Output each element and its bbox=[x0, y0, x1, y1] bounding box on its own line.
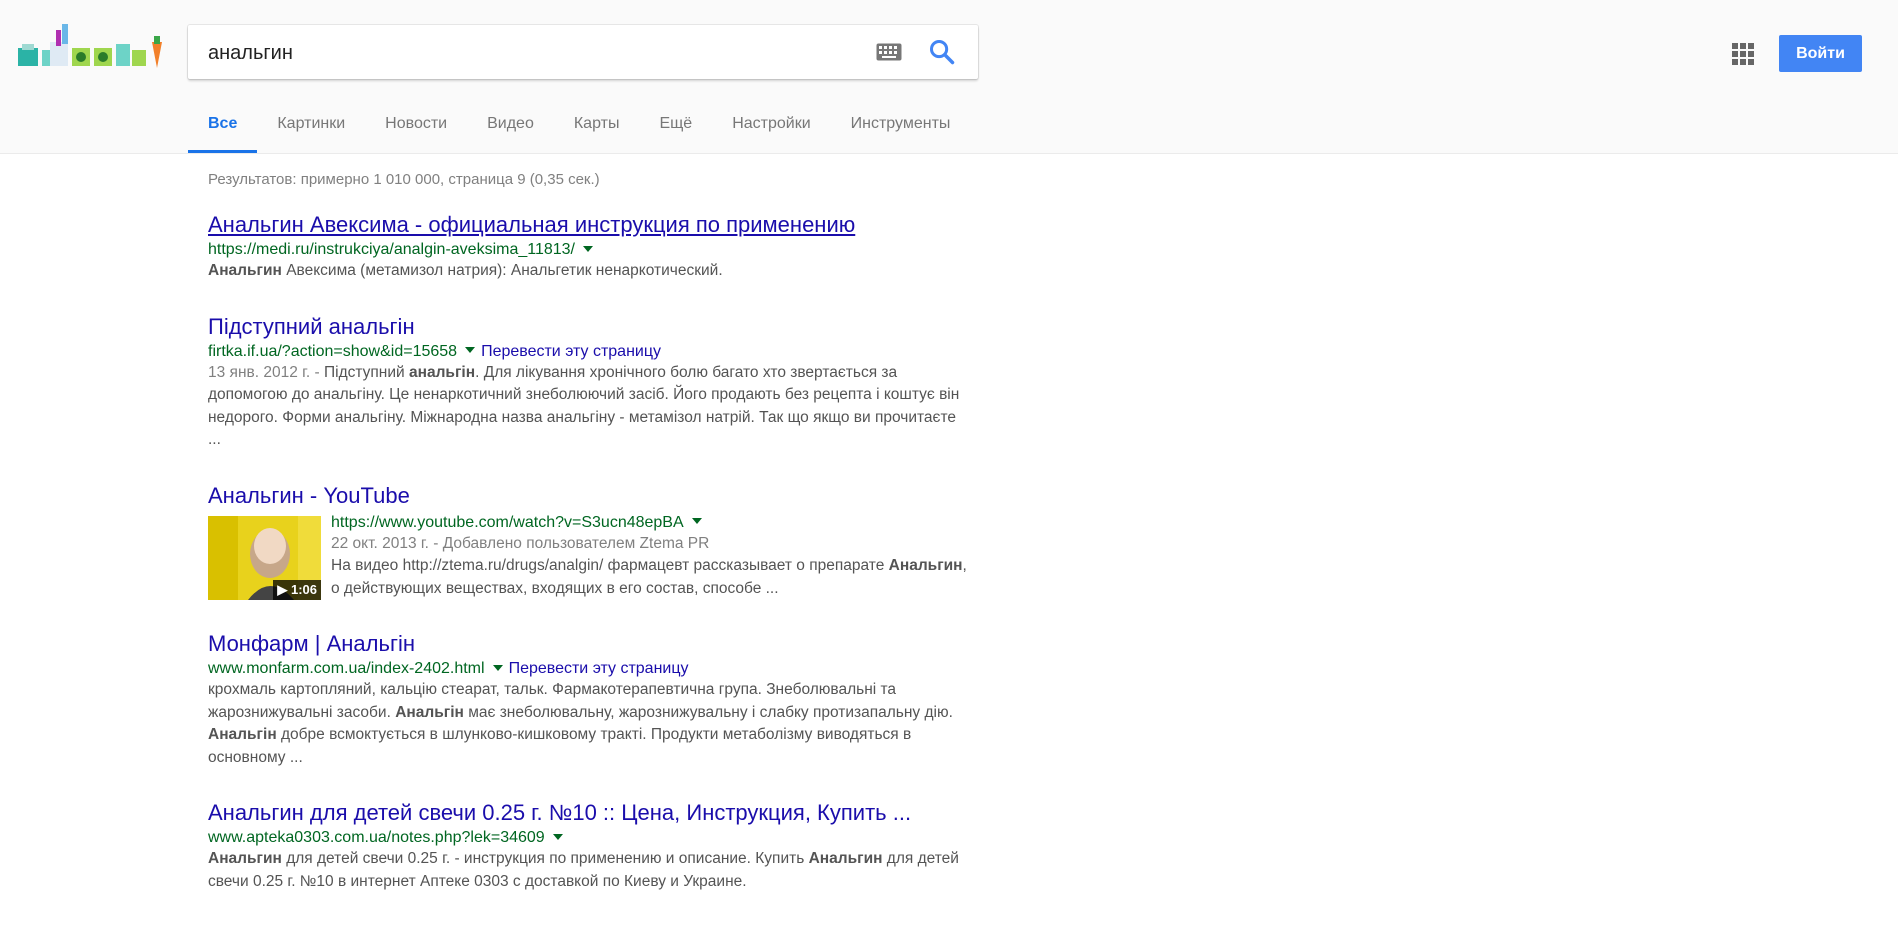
result-url[interactable]: https://www.youtube.com/watch?v=S3ucn48e… bbox=[331, 514, 684, 531]
result-title-link[interactable]: Монфарм | Анальгін bbox=[208, 630, 415, 658]
result-title-link[interactable]: Анальгин - YouTube bbox=[208, 482, 410, 510]
caret-down-icon[interactable] bbox=[583, 245, 593, 252]
header: Войти Все Картинки Новости Видео Карты Е… bbox=[0, 0, 1898, 154]
snippet-bold: Анальгин bbox=[888, 557, 963, 574]
tab-maps[interactable]: Карты bbox=[554, 100, 640, 153]
snippet-text: для детей свечи 0.25 г. - инструкция по … bbox=[281, 850, 809, 867]
search-result: Анальгин для детей свечи 0.25 г. №10 :: … bbox=[208, 799, 968, 893]
result-snippet: Анальгин Авексима (метамизол натрия): Ан… bbox=[208, 260, 968, 283]
search-tabs: Все Картинки Новости Видео Карты Ещё Нас… bbox=[188, 100, 970, 153]
result-url[interactable]: https://medi.ru/instrukciya/analgin-avek… bbox=[208, 241, 575, 258]
snippet-text: На видео http://ztema.ru/drugs/analgin/ … bbox=[331, 557, 889, 574]
tab-news[interactable]: Новости bbox=[365, 100, 467, 153]
result-snippet: 22 окт. 2013 г. - Добавлено пользователе… bbox=[331, 533, 968, 601]
result-snippet: Анальгин для детей свечи 0.25 г. - инстр… bbox=[208, 848, 968, 893]
translate-page-link[interactable]: Перевести эту страницу bbox=[481, 343, 661, 360]
result-title-link[interactable]: Підступний анальгін bbox=[208, 313, 415, 341]
login-button[interactable]: Войти bbox=[1779, 35, 1862, 72]
snippet-text: Авексима (метамизол натрия): Анальгетик … bbox=[281, 262, 723, 279]
video-duration: ▶ 1:06 bbox=[273, 579, 321, 600]
snippet-text: Підступний bbox=[323, 363, 409, 381]
results-container: Результатов: примерно 1 010 000, страниц… bbox=[208, 170, 968, 893]
snippet-text: добре всмоктується в шлунково-кишковому … bbox=[208, 726, 912, 766]
result-title-link[interactable]: Анальгин Авексима - официальная инструкц… bbox=[208, 211, 855, 239]
snippet-bold: Анальгін bbox=[395, 703, 464, 721]
caret-down-icon[interactable] bbox=[492, 664, 503, 671]
search-input[interactable] bbox=[206, 25, 850, 81]
translate-page-link[interactable]: Перевести эту страницу bbox=[509, 660, 689, 677]
tab-tools[interactable]: Инструменты bbox=[831, 100, 971, 153]
search-result: Підступний анальгін firtka.if.ua/?action… bbox=[208, 313, 968, 452]
tab-images[interactable]: Картинки bbox=[257, 100, 365, 153]
search-result: Монфарм | Анальгін www.monfarm.com.ua/in… bbox=[208, 630, 968, 769]
google-doodle-logo[interactable] bbox=[16, 20, 166, 76]
result-date: 13 янв. 2012 г. - bbox=[208, 363, 324, 381]
caret-down-icon[interactable] bbox=[465, 347, 476, 354]
result-stats: Результатов: примерно 1 010 000, страниц… bbox=[208, 171, 600, 188]
result-date: 22 окт. 2013 г. - Добавлено пользователе… bbox=[331, 534, 710, 552]
tab-all[interactable]: Все bbox=[188, 100, 258, 153]
result-url[interactable]: firtka.if.ua/?action=show&id=15658 bbox=[208, 343, 457, 360]
result-snippet: 13 янв. 2012 г. - Підступний анальгін. Д… bbox=[208, 362, 968, 452]
search-box bbox=[188, 25, 978, 81]
video-thumbnail[interactable]: ▶ 1:06 bbox=[208, 515, 321, 600]
result-url[interactable]: www.monfarm.com.ua/index-2402.html bbox=[208, 660, 485, 677]
search-icon[interactable] bbox=[928, 38, 956, 66]
result-url[interactable]: www.apteka0303.com.ua/notes.php?lek=3460… bbox=[208, 829, 545, 846]
snippet-text: має знеболювальну, жарознижувальну і сла… bbox=[463, 703, 953, 721]
tab-settings[interactable]: Настройки bbox=[712, 100, 830, 153]
snippet-bold: Анальгін bbox=[208, 726, 277, 743]
snippet-bold: анальгін bbox=[408, 363, 476, 381]
snippet-bold: Анальгин bbox=[208, 850, 282, 867]
search-result-video: Анальгин - YouTube ▶ 1:06 https://www.yo… bbox=[208, 482, 968, 601]
caret-down-icon[interactable] bbox=[691, 518, 702, 525]
tab-video[interactable]: Видео bbox=[467, 100, 554, 153]
result-title-link[interactable]: Анальгин для детей свечи 0.25 г. №10 :: … bbox=[208, 799, 911, 827]
keyboard-icon[interactable] bbox=[876, 43, 902, 61]
apps-grid-icon[interactable] bbox=[1732, 43, 1754, 65]
snippet-bold: Анальгин bbox=[808, 850, 883, 867]
result-snippet: крохмаль картопляний, кальцію стеарат, т… bbox=[208, 679, 968, 769]
caret-down-icon[interactable] bbox=[552, 833, 563, 840]
search-result: Анальгин Авексима - официальная инструкц… bbox=[208, 211, 968, 283]
tab-more[interactable]: Ещё bbox=[639, 100, 712, 153]
snippet-bold: Анальгин bbox=[208, 262, 282, 279]
